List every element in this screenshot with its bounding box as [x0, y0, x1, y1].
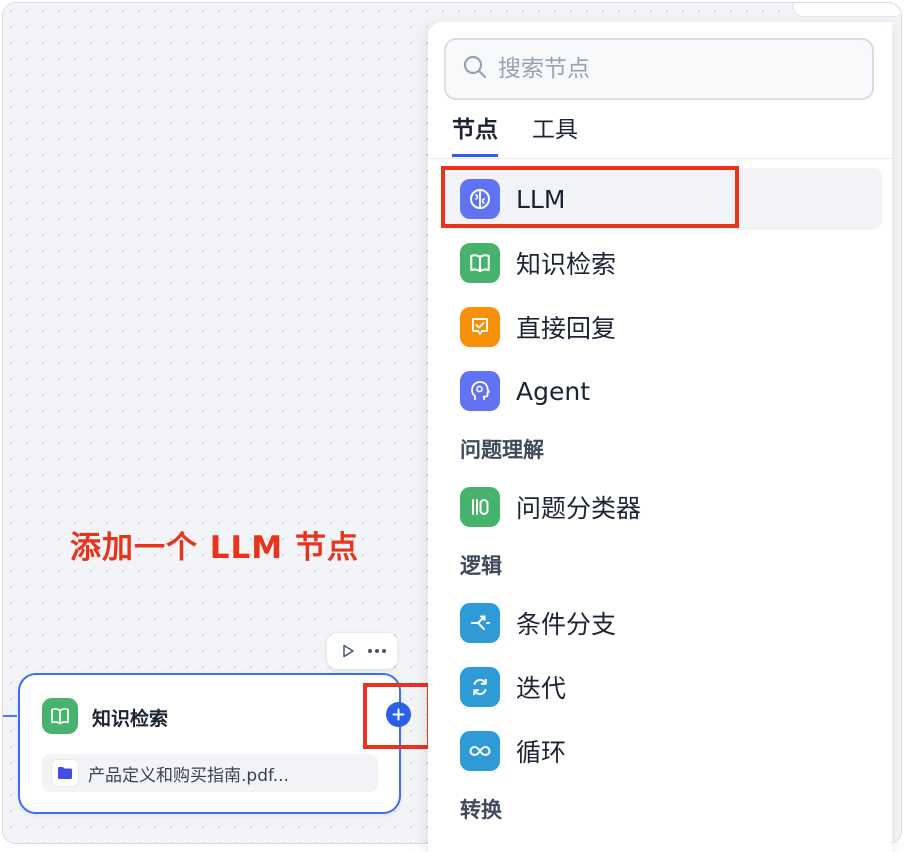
loop-icon: [460, 731, 500, 771]
book-icon: [42, 698, 78, 734]
file-name: 产品定义和购买指南.pdf...: [88, 765, 289, 786]
node-selector-panel: 节点 工具 LLM 知识检索 直接回复 Agent 问题理解 问题分类: [428, 22, 892, 852]
folder-icon: [52, 760, 78, 786]
tab-tools[interactable]: 工具: [532, 110, 578, 157]
run-icon[interactable]: [336, 639, 360, 663]
node-item-label: 条件分支: [516, 610, 617, 639]
branch-icon: [460, 603, 500, 643]
knowledge-node-card[interactable]: 知识检索 产品定义和购买指南.pdf...: [18, 673, 401, 814]
node-item-ifelse[interactable]: 条件分支: [444, 592, 882, 654]
canvas-corner-control: [793, 3, 901, 17]
search-icon: [462, 54, 488, 84]
node-item-label: Agent: [516, 376, 590, 406]
agent-icon: [460, 371, 500, 411]
node-item-label: 迭代: [516, 674, 567, 703]
node-item-knowledge[interactable]: 知识检索: [444, 232, 882, 294]
tab-divider: [428, 158, 892, 159]
book-icon: [460, 243, 500, 283]
annotation-text: 添加一个 LLM 节点: [70, 530, 359, 566]
node-item-reply[interactable]: 直接回复: [444, 296, 882, 358]
highlight-box-llm: [441, 166, 739, 228]
reply-icon: [460, 307, 500, 347]
node-item-label: 知识检索: [516, 250, 617, 279]
tab-nodes[interactable]: 节点: [452, 110, 498, 157]
section-logic: 逻辑: [460, 554, 502, 578]
classifier-icon: [460, 487, 500, 527]
panel-tabs: 节点 工具: [452, 110, 612, 157]
section-transform: 转换: [460, 798, 502, 822]
iteration-icon: [460, 667, 500, 707]
node-item-loop[interactable]: 循环: [444, 720, 882, 782]
node-toolbar: [327, 633, 397, 669]
connection-edge: [3, 715, 17, 717]
node-item-agent[interactable]: Agent: [444, 360, 882, 422]
node-item-iteration[interactable]: 迭代: [444, 656, 882, 718]
search-input[interactable]: [496, 55, 860, 83]
node-item-label: 问题分类器: [516, 494, 642, 523]
section-understanding: 问题理解: [460, 438, 544, 462]
more-icon[interactable]: [365, 639, 389, 663]
file-chip: 产品定义和购买指南.pdf...: [42, 754, 378, 792]
node-title: 知识检索: [92, 708, 169, 730]
node-item-label: 循环: [516, 738, 567, 767]
search-box: [444, 38, 874, 100]
node-item-classifier[interactable]: 问题分类器: [444, 476, 882, 538]
node-item-label: 直接回复: [516, 314, 617, 343]
highlight-box-add: [363, 683, 431, 749]
